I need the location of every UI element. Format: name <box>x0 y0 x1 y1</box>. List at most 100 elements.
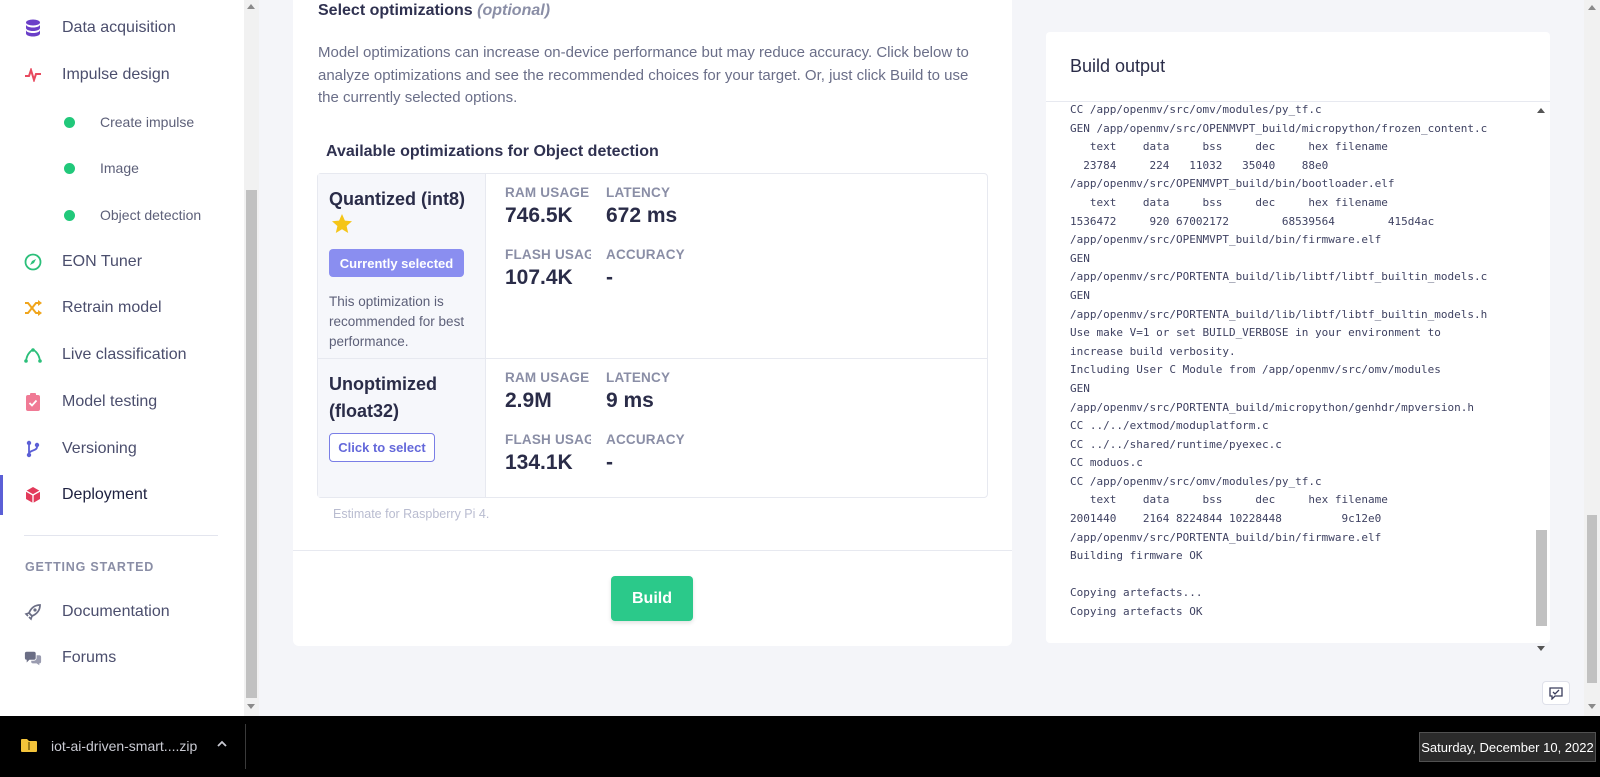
sidebar-item-label: EON Tuner <box>62 253 143 270</box>
ram-usage-metric: RAM USAGE 746.5K <box>505 185 591 228</box>
sidebar-item-model-testing[interactable]: Model testing <box>0 382 244 422</box>
sidebar-item-image[interactable]: Image <box>0 148 244 188</box>
optimization-info: Quantized (int8) Currently selected This… <box>318 174 486 358</box>
sidebar-item-label: Data acquisition <box>62 19 176 36</box>
git-branch-icon <box>24 440 42 458</box>
scroll-down-arrow-icon[interactable] <box>1537 646 1545 651</box>
build-log-line: Copying artefacts OK <box>1070 605 1203 619</box>
currently-selected-button[interactable]: Currently selected <box>329 249 464 277</box>
build-log-line: CC ../../extmod/moduplatform.c <box>1070 419 1269 433</box>
sidebar-item-retrain-model[interactable]: Retrain model <box>0 288 244 328</box>
scroll-up-arrow-icon[interactable] <box>247 4 255 9</box>
recommendation-note: This optimization is recommended for bes… <box>329 294 465 349</box>
sidebar-item-eon-tuner[interactable]: EON Tuner <box>0 242 244 282</box>
database-icon <box>24 19 42 37</box>
available-optimizations-title: Available optimizations for Object detec… <box>326 143 659 160</box>
build-log-line: GEN <box>1070 288 1090 302</box>
scroll-down-arrow-icon[interactable] <box>1588 704 1596 709</box>
metric-label: ACCURACY <box>606 247 685 262</box>
sidebar-item-impulse-design[interactable]: Impulse design <box>0 55 244 95</box>
build-log-line: 2001440 2164 8224844 10228448 9c12e0 <box>1070 512 1382 526</box>
build-log-line: Building firmware OK <box>1070 549 1203 563</box>
sidebar-item-create-impulse[interactable]: Create impulse <box>0 102 244 142</box>
optimizations-title-optional: (optional) <box>477 2 551 19</box>
sidebar-item-forums[interactable]: Forums <box>0 638 244 678</box>
scroll-up-arrow-icon[interactable] <box>1537 108 1545 113</box>
chevron-up-icon[interactable] <box>216 738 228 750</box>
sidebar-item-documentation[interactable]: Documentation <box>0 592 244 632</box>
section-label-getting-started: GETTING STARTED <box>25 560 155 574</box>
sidebar-item-object-detection[interactable]: Object detection <box>0 195 244 235</box>
build-log-line: GEN <box>1070 381 1090 395</box>
page-scrollbar[interactable] <box>1584 0 1600 716</box>
sidebar-item-label: Image <box>100 160 139 176</box>
metric-label: FLASH USAGE <box>505 432 591 447</box>
accuracy-metric: ACCURACY - <box>606 432 692 475</box>
bezier-icon <box>24 346 42 364</box>
status-dot <box>64 116 75 128</box>
optimization-row-quantized: Quantized (int8) Currently selected This… <box>318 174 987 359</box>
build-button[interactable]: Build <box>611 576 693 621</box>
metric-value: 746.5K <box>505 204 573 227</box>
metric-value: - <box>606 266 613 289</box>
build-output-card: Build output CC /app/openmv/src/omv/modu… <box>1046 32 1550 651</box>
sidebar-item-label: Documentation <box>62 603 170 620</box>
click-to-select-button[interactable]: Click to select <box>329 433 435 462</box>
metric-value: 2.9M <box>505 389 552 412</box>
build-log-line: GEN <box>1070 251 1090 265</box>
optimization-name: Unoptimized (float32) <box>329 374 437 421</box>
metric-value: 107.4K <box>505 266 573 289</box>
download-filename: iot-ai-driven-smart....zip <box>51 738 198 754</box>
metric-value: - <box>606 451 613 474</box>
build-log-line <box>1070 566 1516 585</box>
scrollbar-thumb[interactable] <box>1536 530 1547 626</box>
build-log-line: text data bss dec hex filename <box>1070 195 1388 209</box>
sidebar-scrollbar[interactable] <box>244 0 259 716</box>
feedback-button[interactable] <box>1542 681 1570 705</box>
flash-usage-metric: FLASH USAGE 107.4K <box>505 247 591 290</box>
build-log-line: Copying artefacts... <box>1070 586 1203 600</box>
scroll-down-arrow-icon[interactable] <box>247 704 255 709</box>
rocket-icon <box>24 603 42 621</box>
date-tooltip: Saturday, December 10, 2022 <box>1419 732 1596 762</box>
sidebar: Data acquisition Impulse design Create i… <box>0 0 244 716</box>
metric-value: 672 ms <box>606 204 678 227</box>
build-log-line: 1536472 920 67002172 68539564 415d4ac <box>1070 214 1435 228</box>
build-log-line: /app/openmv/src/OPENMVPT_build/bin/bootl… <box>1070 177 1395 191</box>
folder-zip-icon <box>21 739 37 752</box>
build-log-line: /app/openmv/src/PORTENTA_build/lib/libtf… <box>1070 270 1488 284</box>
build-log-line: increase build verbosity. <box>1070 344 1236 358</box>
scroll-up-arrow-icon[interactable] <box>1588 5 1596 10</box>
sidebar-item-label: Versioning <box>62 440 137 457</box>
build-log-line: CC /app/openmv/src/omv/modules/py_tf.c <box>1070 474 1322 488</box>
download-item[interactable]: iot-ai-driven-smart....zip <box>0 716 245 777</box>
shuffle-icon <box>24 299 42 317</box>
build-log-scrollbar[interactable] <box>1534 101 1549 656</box>
sidebar-item-live-classification[interactable]: Live classification <box>0 335 244 375</box>
scrollbar-thumb[interactable] <box>1587 515 1597 683</box>
optimizations-table: Quantized (int8) Currently selected This… <box>317 173 988 498</box>
build-log-line: text data bss dec hex filename <box>1070 140 1388 154</box>
sidebar-item-data-acquisition[interactable]: Data acquisition <box>0 8 244 48</box>
sidebar-item-label: Model testing <box>62 393 158 410</box>
sidebar-item-deployment[interactable]: Deployment <box>0 475 244 515</box>
optimizations-title: Select optimizations (optional) <box>318 2 550 20</box>
cube-icon <box>24 486 42 504</box>
sidebar-item-label: Impulse design <box>62 66 170 83</box>
metric-value: 134.1K <box>505 451 573 474</box>
sidebar-item-versioning[interactable]: Versioning <box>0 429 244 469</box>
build-log-line: /app/openmv/src/PORTENTA_build/bin/firmw… <box>1070 530 1382 544</box>
scrollbar-thumb[interactable] <box>246 190 257 698</box>
optimization-name: Quantized (int8) <box>329 189 465 209</box>
build-log-line: /app/openmv/src/OPENMVPT_build/bin/firmw… <box>1070 233 1382 247</box>
optimizations-description: Model optimizations can increase on-devi… <box>318 44 969 106</box>
optimization-row-unoptimized: Unoptimized (float32) Click to select RA… <box>318 359 987 497</box>
build-log[interactable]: CC /app/openmv/src/omv/modules/py_tf.c GE… <box>1070 101 1516 656</box>
feedback-icon <box>1549 686 1563 700</box>
build-output-title: Build output <box>1070 56 1166 76</box>
metric-label: LATENCY <box>606 185 671 200</box>
taskbar-separator <box>245 724 246 769</box>
build-log-line: Use make V=1 or set BUILD_VERBOSE in you… <box>1070 326 1441 340</box>
build-log-line: /app/openmv/src/PORTENTA_build/micropyth… <box>1070 400 1474 414</box>
optimizations-title-text: Select optimizations <box>318 2 473 19</box>
